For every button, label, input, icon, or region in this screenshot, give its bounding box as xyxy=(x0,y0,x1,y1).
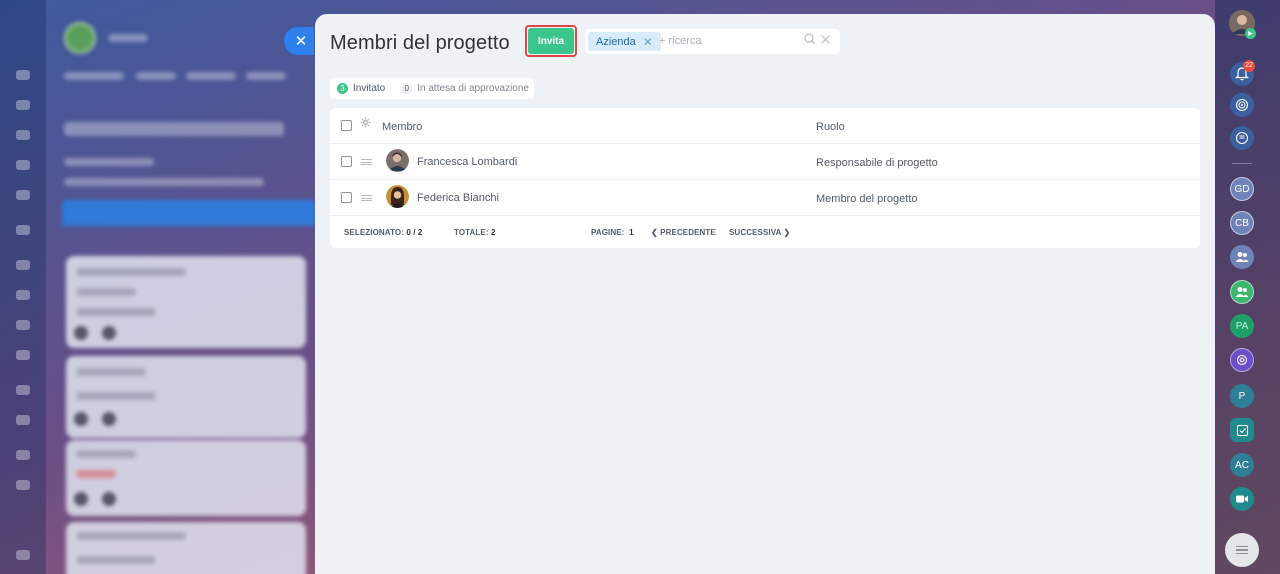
group-users-icon[interactable] xyxy=(1230,245,1254,269)
page-title: Membri del progetto xyxy=(330,32,510,54)
left-menu-bar xyxy=(0,0,46,574)
table-row[interactable]: Federica Bianchi Membro del progetto xyxy=(330,180,1200,216)
selected-counter: SELEZIONATO: 0 / 2 xyxy=(344,228,423,237)
invited-count-badge: 3 xyxy=(337,83,348,94)
drag-handle-icon[interactable] xyxy=(361,159,372,165)
gear-icon[interactable] xyxy=(360,117,371,131)
chat-gd[interactable]: GD xyxy=(1230,177,1254,201)
video-call-icon[interactable] xyxy=(1230,487,1254,511)
background-group-page xyxy=(46,0,316,574)
clear-search-icon[interactable] xyxy=(820,33,831,48)
search-field[interactable]: Azienda ✕ + ricerca xyxy=(585,29,840,54)
member-role: Responsabile di progetto xyxy=(816,157,938,169)
avatar[interactable] xyxy=(386,185,409,208)
chevron-right-icon: ❯ xyxy=(783,228,791,237)
pages-counter: PAGINE: 1 xyxy=(591,228,634,237)
chat-p[interactable]: P xyxy=(1230,384,1254,408)
chevron-left-icon: ❮ xyxy=(651,228,658,237)
table-row[interactable]: Francesca Lombardi Responsabile di proge… xyxy=(330,144,1200,180)
chat-icon[interactable] xyxy=(1230,126,1254,150)
sidebar-menu-button[interactable] xyxy=(1225,533,1259,567)
table-footer: SELEZIONATO: 0 / 2 TOTALE: 2 PAGINE: 1 ❮… xyxy=(330,216,1200,248)
sidebar-divider xyxy=(1232,163,1252,164)
column-header-role[interactable]: Ruolo xyxy=(816,121,845,133)
group-users-green-icon[interactable] xyxy=(1230,280,1254,304)
menu-icon xyxy=(1236,546,1248,554)
member-name[interactable]: Federica Bianchi xyxy=(417,192,499,204)
status-play-icon: ▶ xyxy=(1245,28,1256,39)
project-members-panel: Membri del progetto Invita Azienda ✕ + r… xyxy=(315,14,1215,574)
chat-pa[interactable]: PA xyxy=(1230,314,1254,338)
filter-invited[interactable]: Invitato xyxy=(353,83,385,94)
total-counter: TOTALE: 2 xyxy=(454,228,496,237)
pulse-icon[interactable] xyxy=(1230,93,1254,117)
filter-tag-label: Azienda xyxy=(596,35,636,48)
tasks-icon[interactable] xyxy=(1230,418,1254,442)
avatar[interactable] xyxy=(386,149,409,172)
chat-cb[interactable]: CB xyxy=(1230,211,1254,235)
invite-button[interactable]: Invita xyxy=(528,28,574,54)
chat-ac[interactable]: AC xyxy=(1230,453,1254,477)
members-table: Membro Ruolo Francesca Lombardi Responsa… xyxy=(330,108,1200,248)
table-header-row: Membro Ruolo xyxy=(330,108,1200,144)
member-name[interactable]: Francesca Lombardi xyxy=(417,156,517,168)
filter-tag[interactable]: Azienda ✕ xyxy=(588,32,661,51)
previous-page-button[interactable]: ❮ PRECEDENTE xyxy=(651,228,716,237)
close-icon: ✕ xyxy=(294,33,308,50)
search-icon[interactable] xyxy=(804,33,816,48)
row-checkbox[interactable] xyxy=(341,156,352,167)
filter-pending[interactable]: In attesa di approvazione xyxy=(417,83,529,94)
notification-count-badge: 22 xyxy=(1243,60,1255,72)
copilot-icon[interactable] xyxy=(1230,348,1254,372)
next-page-button[interactable]: SUCCESSIVA ❯ xyxy=(729,228,790,237)
drag-handle-icon[interactable] xyxy=(361,195,372,201)
member-role: Membro del progetto xyxy=(816,193,918,205)
column-header-member[interactable]: Membro xyxy=(382,121,422,133)
row-checkbox[interactable] xyxy=(341,192,352,203)
select-all-checkbox[interactable] xyxy=(341,120,352,131)
member-status-filter: 3 Invitato 0 In attesa di approvazione xyxy=(330,78,534,99)
search-input[interactable]: + ricerca xyxy=(659,35,702,47)
pending-count-badge: 0 xyxy=(401,83,413,94)
close-panel-button[interactable]: ✕ xyxy=(284,27,314,55)
remove-tag-icon[interactable]: ✕ xyxy=(643,35,653,49)
